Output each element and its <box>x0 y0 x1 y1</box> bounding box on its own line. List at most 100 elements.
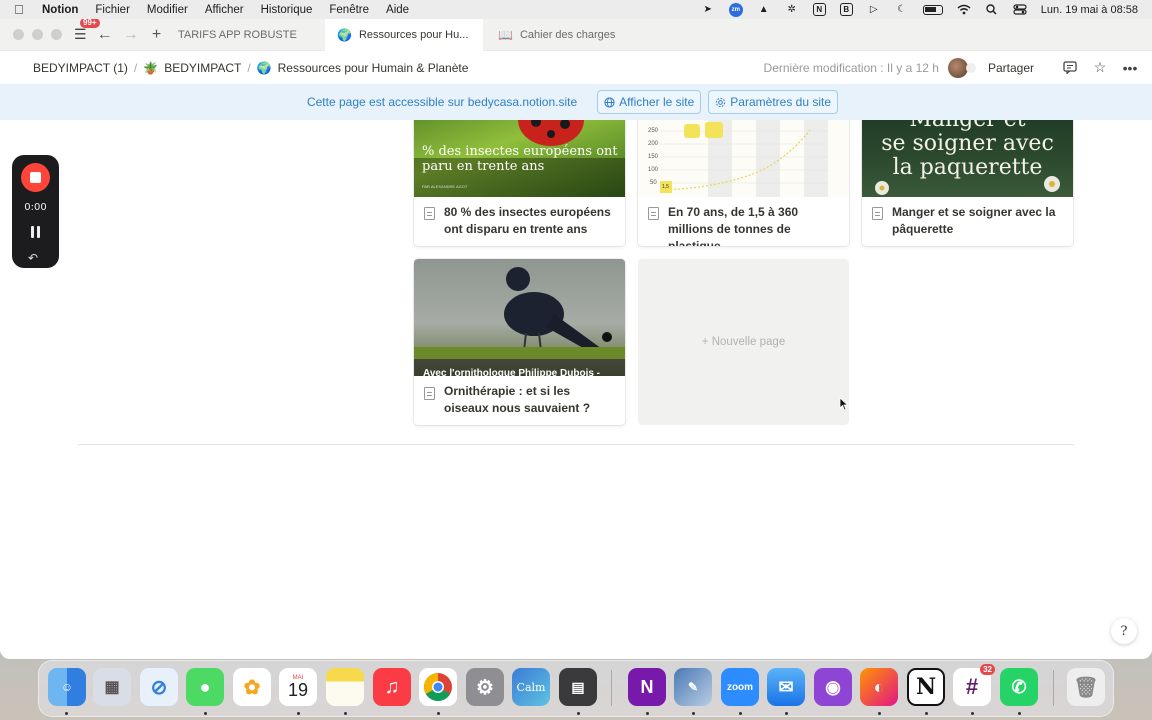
firefox-icon[interactable]: ◐ <box>860 668 898 706</box>
breadcrumb-item-current[interactable]: Ressources pour Humain & Planète <box>278 61 469 75</box>
public-site-banner: Cette page est accessible sur bedycasa.n… <box>0 84 1152 120</box>
card-title: 80 % des insectes européens ont disparu … <box>444 205 611 236</box>
preview-icon[interactable]: ✎ <box>674 668 712 706</box>
share-button[interactable]: Partager <box>988 61 1034 75</box>
notion-app-icon[interactable]: N <box>907 668 945 706</box>
window-controls <box>13 29 62 40</box>
battery-icon[interactable] <box>922 4 943 15</box>
moon-icon[interactable]: ☾ <box>895 3 909 17</box>
tab-ressources[interactable]: 🌍 Ressources pour Hu... <box>325 19 483 51</box>
view-site-button[interactable]: Afficher le site <box>597 90 702 114</box>
new-page-button[interactable]: + Nouvelle page <box>638 259 849 425</box>
location-icon[interactable]: ➤ <box>701 3 715 17</box>
y-tick: 100 <box>648 167 659 173</box>
breadcrumb-separator: / <box>247 60 251 75</box>
drive-icon[interactable]: ▲ <box>757 3 771 17</box>
tab-label: TARIFS APP ROBUSTE <box>178 29 297 41</box>
breadcrumb-item-workspace[interactable]: BEDYIMPACT (1) <box>33 61 128 75</box>
photos-icon[interactable]: ✿ <box>233 668 271 706</box>
y-tick: 50 <box>650 180 657 186</box>
close-window-button[interactable] <box>13 29 24 40</box>
dock-running-indicator <box>437 712 440 715</box>
site-settings-button[interactable]: Paramètres du site <box>708 90 839 114</box>
chrome-icon[interactable] <box>419 668 457 706</box>
notion-window: ☰ 99+ ← → + TARIFS APP ROBUSTE 🌍 Ressour… <box>0 19 1152 659</box>
zoom-icon[interactable]: zm <box>728 2 743 17</box>
tab-tarifs[interactable]: TARIFS APP ROBUSTE <box>166 19 322 51</box>
gallery-card-insectes[interactable]: % des insectes européens ont paru en tre… <box>414 120 625 246</box>
book-emoji-icon: 📖 <box>498 28 513 42</box>
dock-running-indicator <box>65 712 68 715</box>
tab-cahier[interactable]: 📖 Cahier des charges <box>486 19 642 51</box>
launchpad-icon[interactable]: ▦ <box>93 668 131 706</box>
y-tick: 150 <box>648 154 659 160</box>
dock-running-indicator <box>739 712 742 715</box>
stop-recording-button[interactable] <box>21 163 50 192</box>
new-page-label: + Nouvelle page <box>701 336 786 348</box>
control-center-icon[interactable] <box>1013 3 1027 17</box>
zoom-window-button[interactable] <box>51 29 62 40</box>
notion-icon[interactable]: N <box>812 3 826 16</box>
calm-icon[interactable]: Calm <box>512 668 550 706</box>
menu-fenetre[interactable]: Fenêtre <box>329 4 369 16</box>
help-button[interactable]: ? <box>1111 618 1137 644</box>
finder-icon[interactable]: ☺ <box>48 668 86 706</box>
menu-historique[interactable]: Historique <box>261 4 313 16</box>
page-content: % des insectes européens ont paru en tre… <box>0 120 1152 659</box>
globe-emoji-icon: 🌍 <box>256 60 272 75</box>
undo-icon[interactable]: ↶ <box>28 251 38 265</box>
more-options-icon[interactable]: ••• <box>1122 60 1138 76</box>
pen-icon[interactable]: B <box>839 3 853 16</box>
settings-icon[interactable]: ✲ <box>785 3 799 17</box>
safari-icon[interactable]: ⊘ <box>140 668 178 706</box>
calculator-icon[interactable]: ▤ <box>559 668 597 706</box>
menu-bar:  Notion Fichier Modifier Afficher Histo… <box>0 0 1152 19</box>
trash-icon[interactable]: 🗑 <box>1067 668 1105 706</box>
mouse-cursor-icon <box>839 397 849 411</box>
music-icon[interactable]: ♫ <box>373 668 411 706</box>
sidebar-menu-icon[interactable]: ☰ 99+ <box>74 19 100 43</box>
favorite-star-icon[interactable]: ☆ <box>1092 59 1108 76</box>
menu-afficher[interactable]: Afficher <box>205 4 244 16</box>
menu-app-name[interactable]: Notion <box>42 4 78 16</box>
minimize-window-button[interactable] <box>32 29 43 40</box>
calendar-icon[interactable]: MAI 19 <box>279 668 317 706</box>
slack-icon[interactable]: # 32 <box>953 664 995 706</box>
breadcrumb-separator: / <box>133 60 138 75</box>
card-cover-image: Avec l'ornithologue Philippe Dubois - <box>414 259 625 376</box>
back-arrow-icon[interactable]: ← <box>97 26 113 44</box>
zoom-app-icon[interactable]: zoom <box>721 668 759 706</box>
mail-icon[interactable]: ✉ <box>767 668 805 706</box>
menu-fichier[interactable]: Fichier <box>95 4 130 16</box>
card-title: En 70 ans, de 1,5 à 360 millions de tonn… <box>668 205 799 246</box>
tab-label: Cahier des charges <box>519 29 616 41</box>
wifi-icon[interactable] <box>957 3 971 17</box>
dock-running-indicator <box>925 712 928 715</box>
new-tab-plus-icon[interactable]: + <box>149 26 165 44</box>
apple-icon[interactable]:  <box>14 2 30 17</box>
system-settings-icon[interactable]: ⚙ <box>466 668 504 706</box>
y-tick: 250 <box>648 128 659 134</box>
comments-icon[interactable] <box>1062 60 1078 76</box>
breadcrumb: BEDYIMPACT (1) / 🪴 BEDYIMPACT / 🌍 Ressou… <box>33 61 468 75</box>
notes-icon[interactable] <box>326 668 364 706</box>
plant-emoji-icon: 🪴 <box>143 60 159 75</box>
gallery-card-paquerette[interactable]: Manger et se soigner avec la paquerette … <box>862 120 1073 246</box>
search-icon[interactable] <box>985 3 999 17</box>
gallery-card-ornitherapie[interactable]: Avec l'ornithologue Philippe Dubois - Or… <box>414 259 625 425</box>
podcasts-icon[interactable]: ◉ <box>814 668 852 706</box>
dock-running-indicator <box>344 712 347 715</box>
menu-aide[interactable]: Aide <box>386 4 409 16</box>
clock[interactable]: Lun. 19 mai à 08:58 <box>1041 4 1138 16</box>
whatsapp-icon[interactable]: ✆ <box>1000 668 1038 706</box>
play-icon[interactable]: ▷ <box>867 3 881 17</box>
pause-icon[interactable] <box>29 226 42 238</box>
gallery-card-plastique[interactable]: 250 200 150 100 50 1,5 En 70 ans, de 1,5… <box>638 120 849 246</box>
onenote-icon[interactable]: N <box>628 668 666 706</box>
messages-icon[interactable]: ● <box>186 668 224 706</box>
menu-modifier[interactable]: Modifier <box>147 4 188 16</box>
avatar[interactable] <box>947 57 976 78</box>
tab-label: Ressources pour Hu... <box>358 29 469 41</box>
breadcrumb-item-bedyimpact[interactable]: BEDYIMPACT <box>164 61 241 75</box>
forward-arrow-icon[interactable]: → <box>123 26 139 44</box>
